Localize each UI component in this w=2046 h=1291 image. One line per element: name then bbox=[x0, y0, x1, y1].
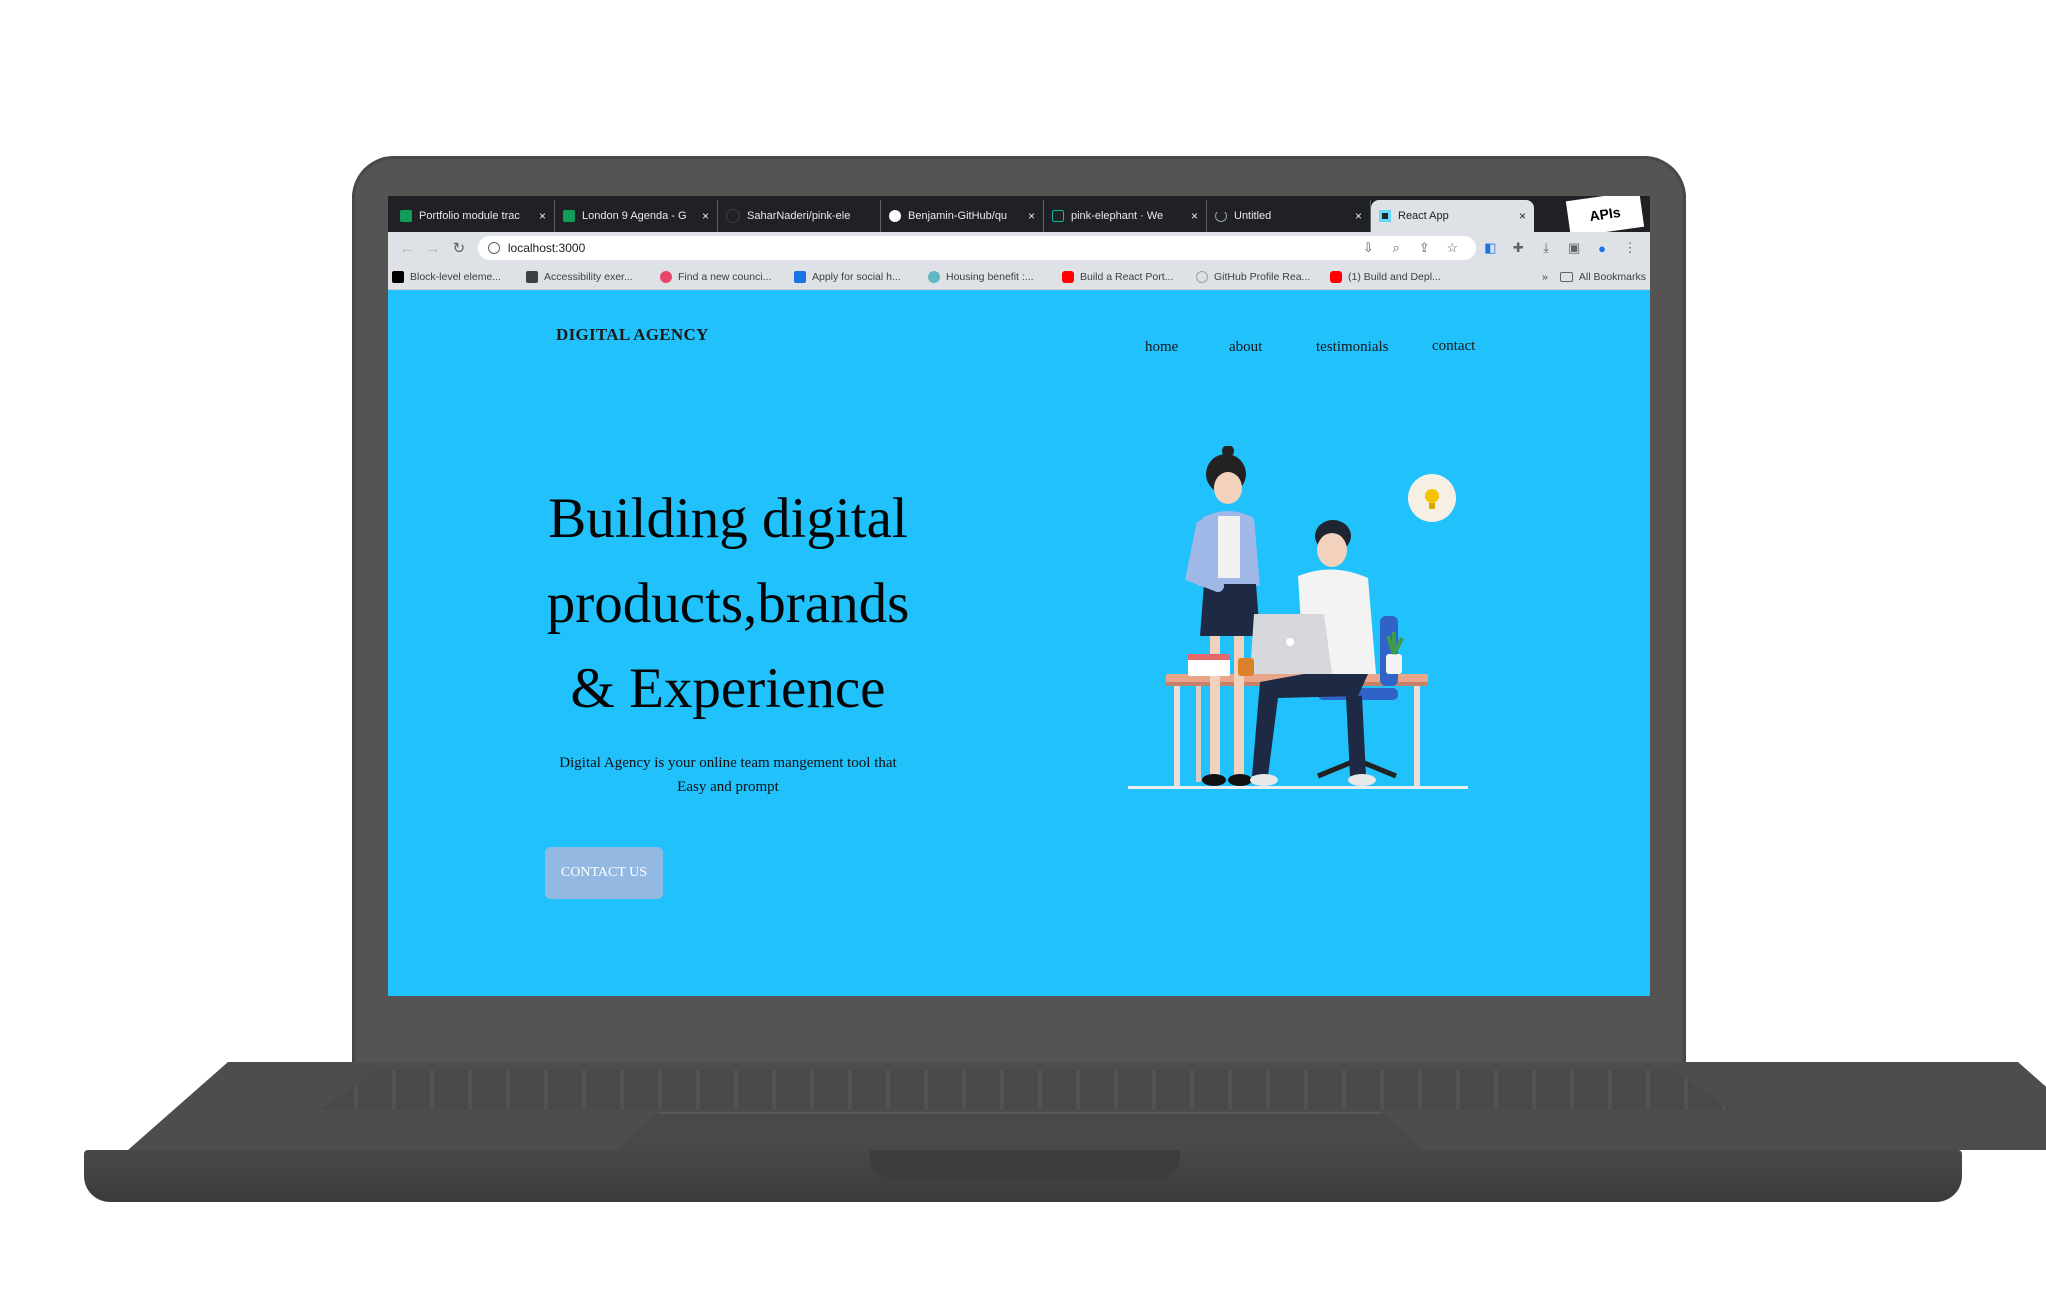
folder-icon bbox=[1559, 271, 1573, 282]
loading-icon bbox=[1215, 210, 1227, 222]
profile-avatar-icon[interactable]: ● bbox=[1588, 241, 1616, 256]
sheets-icon bbox=[400, 210, 412, 222]
laptop-trackpad bbox=[610, 1112, 1430, 1154]
close-icon[interactable]: × bbox=[702, 209, 709, 223]
tab-strip: Portfolio module trac × London 9 Agenda … bbox=[388, 196, 1650, 237]
back-button[interactable]: ← bbox=[394, 240, 420, 257]
url-text[interactable]: localhost:3000 bbox=[508, 241, 1354, 255]
share-icon[interactable]: ⇪ bbox=[1410, 240, 1438, 256]
nav-link-about[interactable]: about bbox=[1229, 339, 1262, 356]
close-icon[interactable]: × bbox=[1028, 209, 1035, 223]
close-icon[interactable]: × bbox=[1191, 209, 1198, 223]
browser-tab[interactable]: Portfolio module trac × bbox=[392, 200, 555, 232]
bookmark-favicon-icon bbox=[660, 270, 672, 283]
address-bar[interactable]: localhost:3000 ⇩ ⌕ ⇪ ☆ bbox=[477, 236, 1477, 260]
side-panel-icon[interactable]: ▣ bbox=[1560, 240, 1588, 256]
bookmark-favicon-icon bbox=[928, 270, 940, 283]
react-icon bbox=[1379, 210, 1391, 222]
bookmark-item[interactable]: Find a new counci... bbox=[660, 270, 794, 283]
mdn-icon bbox=[392, 270, 404, 283]
reload-button[interactable]: ↻ bbox=[446, 239, 472, 257]
close-icon[interactable]: × bbox=[539, 209, 546, 223]
close-icon[interactable]: × bbox=[1519, 209, 1526, 223]
browser-tab[interactable]: Untitled × bbox=[1207, 200, 1371, 232]
github-icon bbox=[889, 210, 901, 222]
contact-us-button[interactable]: CONTACT US bbox=[545, 847, 663, 899]
install-app-icon[interactable]: ⇩ bbox=[1354, 240, 1382, 256]
nav-link-testimonials[interactable]: testimonials bbox=[1316, 339, 1389, 356]
page-icon bbox=[1052, 210, 1064, 222]
laptop-keyboard bbox=[320, 1070, 1730, 1110]
translate-icon[interactable]: ◧ bbox=[1476, 240, 1504, 256]
browser-tab[interactable]: SaharNaderi/pink-ele bbox=[718, 200, 881, 232]
menu-kebab-icon[interactable]: ⋮ bbox=[1616, 240, 1644, 256]
hero-title: Building digital products,brands & Exper… bbox=[546, 487, 910, 720]
bookmarks-bar: Block-level eleme... Accessibility exer.… bbox=[388, 264, 1650, 290]
more-bookmarks-button[interactable]: » bbox=[1542, 271, 1548, 283]
laptop-notch bbox=[870, 1150, 1180, 1180]
browser-toolbar: ← → ↻ localhost:3000 ⇩ ⌕ ⇪ ☆ ◧ ✚ ⤓ ▣ ● ⋮ bbox=[388, 232, 1650, 264]
all-bookmarks-button[interactable]: All Bookmarks bbox=[1559, 271, 1646, 283]
zoom-icon[interactable]: ⌕ bbox=[1382, 240, 1410, 256]
bookmark-item[interactable]: (1) Build and Depl... bbox=[1330, 270, 1464, 283]
extensions-icon[interactable]: ✚ bbox=[1504, 240, 1532, 256]
nav-link-home[interactable]: home bbox=[1145, 339, 1178, 356]
bookmark-favicon-icon bbox=[1196, 270, 1208, 283]
browser-tab[interactable]: pink-elephant · We × bbox=[1044, 200, 1207, 232]
apis-sticker: APIs bbox=[1565, 196, 1645, 237]
bookmark-star-icon[interactable]: ☆ bbox=[1438, 240, 1466, 256]
browser-tab-active[interactable]: React App × bbox=[1371, 200, 1534, 232]
bookmark-item[interactable]: GitHub Profile Rea... bbox=[1196, 270, 1330, 283]
download-icon[interactable]: ⤓ bbox=[1532, 240, 1560, 256]
bookmark-item[interactable]: Block-level eleme... bbox=[392, 270, 526, 283]
site-logo[interactable]: DIGITAL AGENCY bbox=[556, 325, 709, 345]
close-icon[interactable]: × bbox=[1355, 209, 1362, 223]
youtube-icon bbox=[1330, 270, 1342, 283]
bookmark-item[interactable]: Accessibility exer... bbox=[526, 270, 660, 283]
web-page: DIGITAL AGENCY home about testimonials c… bbox=[388, 291, 1650, 996]
github-icon bbox=[726, 209, 740, 223]
bookmark-item[interactable]: Apply for social h... bbox=[794, 270, 928, 283]
laptop-screen: Portfolio module trac × London 9 Agenda … bbox=[388, 196, 1650, 996]
bookmark-favicon-icon bbox=[526, 270, 538, 283]
nav-link-contact[interactable]: contact bbox=[1432, 338, 1475, 355]
site-info-icon[interactable] bbox=[487, 242, 500, 254]
bookmark-item[interactable]: Build a React Port... bbox=[1062, 270, 1196, 283]
youtube-icon bbox=[1062, 270, 1074, 283]
browser-tab[interactable]: London 9 Agenda - G × bbox=[555, 200, 718, 232]
bookmark-favicon-icon bbox=[794, 270, 806, 283]
browser-tab[interactable]: Benjamin-GitHub/qu × bbox=[881, 200, 1044, 232]
bookmark-item[interactable]: Housing benefit :... bbox=[928, 270, 1062, 283]
hero-subtitle: Digital Agency is your online team mange… bbox=[559, 755, 897, 795]
forward-button[interactable]: → bbox=[420, 240, 446, 257]
office-workers-illustration bbox=[1128, 446, 1468, 789]
sheets-icon bbox=[563, 210, 575, 222]
